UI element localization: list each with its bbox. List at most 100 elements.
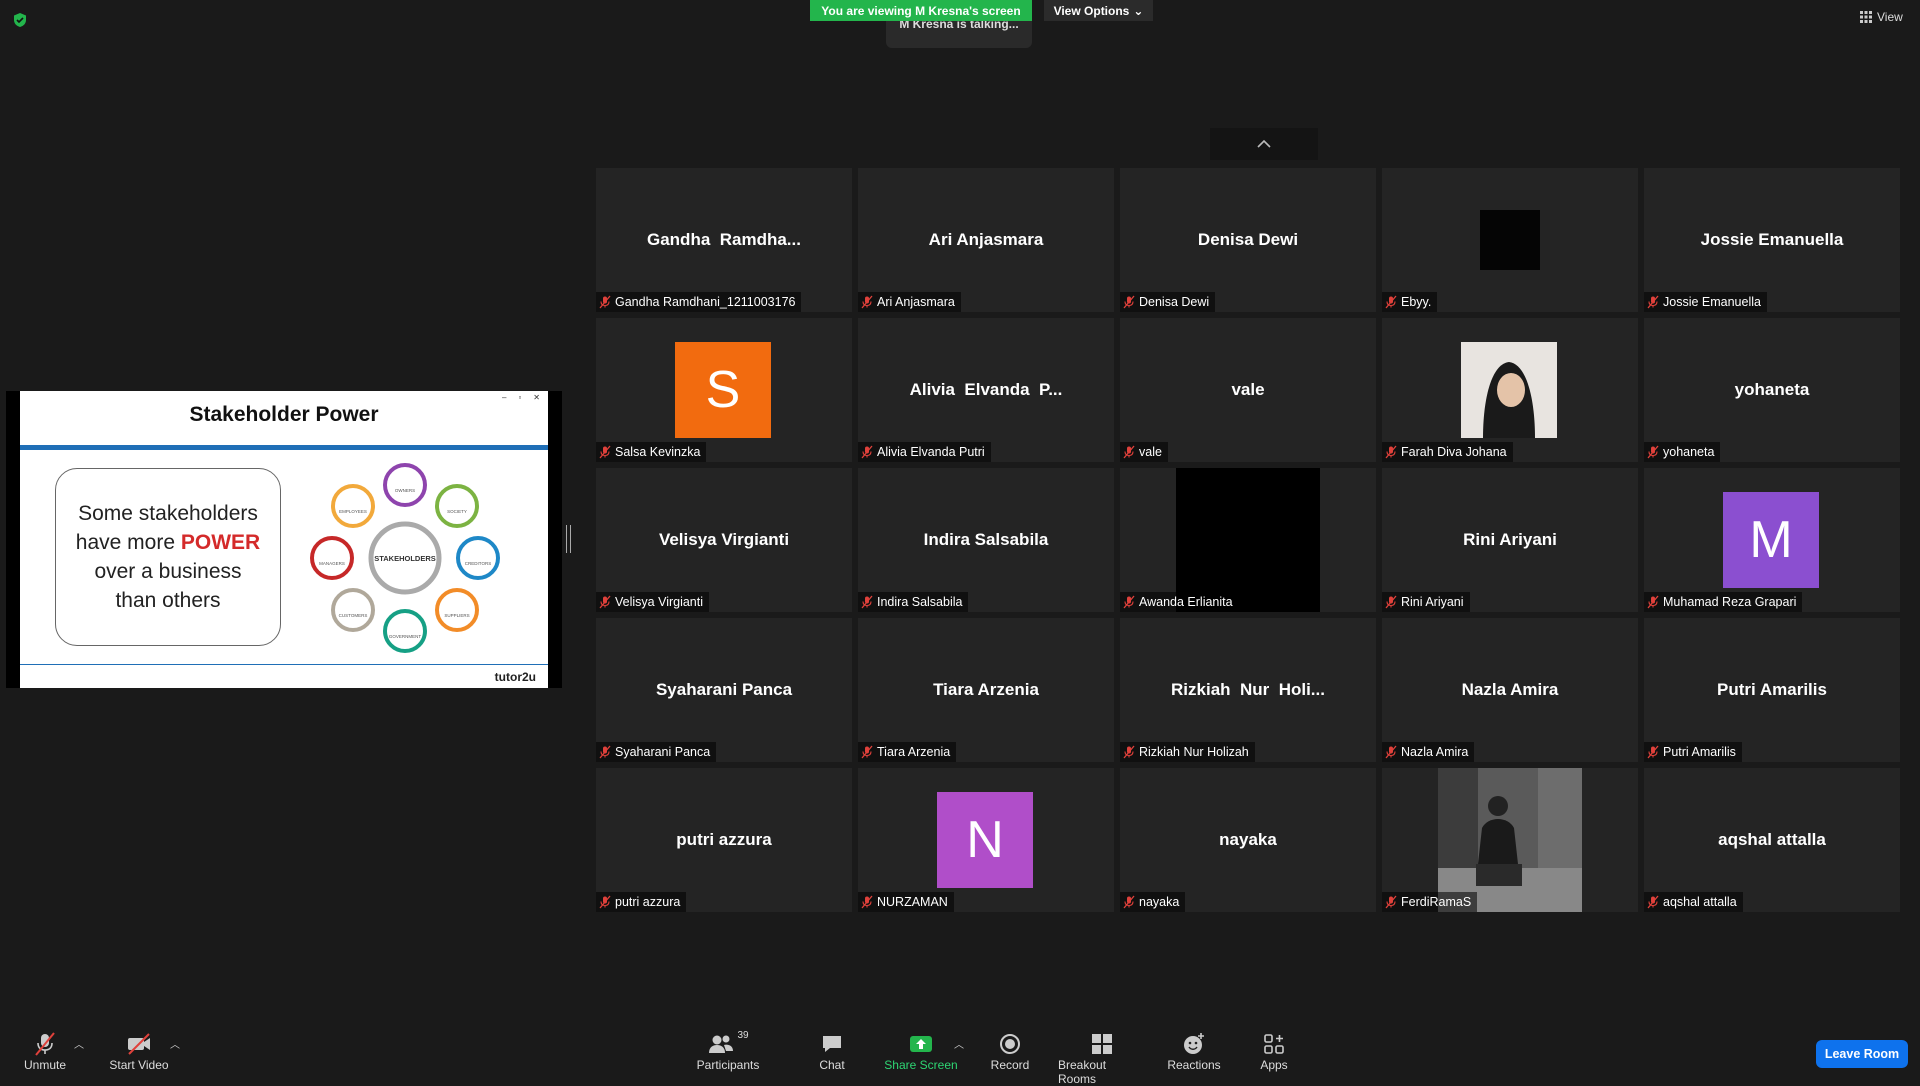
participant-tile[interactable]: S Salsa Kevinzka xyxy=(596,318,852,462)
participant-label-text: Nazla Amira xyxy=(1401,745,1469,759)
mic-off-icon xyxy=(1122,445,1136,459)
participant-tile[interactable]: Denisa Dewi Denisa Dewi xyxy=(1120,168,1376,312)
slide-divider xyxy=(20,445,548,450)
participant-tile[interactable]: Rini Ariyani Rini Ariyani xyxy=(1382,468,1638,612)
participant-label-text: vale xyxy=(1139,445,1162,459)
participant-name: Rini Ariyani xyxy=(1463,530,1557,549)
reactions-icon xyxy=(1184,1033,1204,1054)
participant-label-text: putri azzura xyxy=(615,895,681,909)
slide-text-line: have more POWER xyxy=(75,531,261,554)
participant-tile[interactable]: FerdiRamaS xyxy=(1382,768,1638,912)
grid-icon xyxy=(1860,11,1872,23)
record-button[interactable]: Record xyxy=(990,1030,1030,1072)
presentation-slide: – ▫ ✕ Stakeholder Power Some stakeholders … xyxy=(20,391,548,688)
video-options-caret[interactable]: ︿ xyxy=(170,1036,180,1051)
unmute-label: Unmute xyxy=(23,1058,67,1072)
participant-label-text: Jossie Emanuella xyxy=(1663,295,1761,309)
participant-label-text: Awanda Erlianita xyxy=(1139,595,1233,609)
participant-tile[interactable]: Indira Salsabila Indira Salsabila xyxy=(858,468,1114,612)
participant-tile[interactable]: Syaharani Panca Syaharani Panca xyxy=(596,618,852,762)
mic-off-icon xyxy=(598,745,612,759)
apps-icon xyxy=(1264,1034,1284,1054)
video-frame xyxy=(1438,768,1582,912)
security-shield-icon[interactable] xyxy=(12,12,28,28)
window-controls: – ▫ ✕ xyxy=(502,393,540,402)
mic-off-icon xyxy=(1122,895,1136,909)
slide-text-box: Some stakeholders have more POWER over a… xyxy=(55,468,281,646)
gallery-page-up-button[interactable] xyxy=(1210,128,1318,160)
participant-tile[interactable]: vale vale xyxy=(1120,318,1376,462)
participant-name: Rizkiah Nur Holi... xyxy=(1171,680,1325,699)
participant-label: NURZAMAN xyxy=(858,892,954,912)
power-word: POWER xyxy=(180,531,261,554)
participant-label-text: Gandha Ramdhani_1211003176 xyxy=(615,295,796,309)
video-off-icon xyxy=(128,1033,150,1055)
record-label: Record xyxy=(990,1058,1030,1072)
participant-name: Jossie Emanuella xyxy=(1700,230,1844,249)
diagram-node-label: OWNERS xyxy=(395,488,415,493)
participant-label-text: Rini Ariyani xyxy=(1401,595,1464,609)
participant-name: Ari Anjasmara xyxy=(928,230,1044,249)
participant-label-text: Syaharani Panca xyxy=(615,745,711,759)
participant-tile[interactable]: Alivia Elvanda P... Alivia Elvanda Putri xyxy=(858,318,1114,462)
apps-button[interactable]: Apps xyxy=(1258,1030,1290,1072)
splitter-handle[interactable] xyxy=(566,525,571,553)
participant-tile[interactable]: Tiara Arzenia Tiara Arzenia xyxy=(858,618,1114,762)
participant-tile[interactable]: aqshal attalla aqshal attalla xyxy=(1644,768,1900,912)
participant-label-text: Velisya Virgianti xyxy=(615,595,704,609)
share-screen-button[interactable]: Share Screen xyxy=(884,1030,958,1072)
mic-off-icon xyxy=(1122,295,1136,309)
diagram-node-label: SOCIETY xyxy=(447,509,467,514)
mic-off-icon xyxy=(598,895,612,909)
slide-text-line: than others xyxy=(115,589,221,612)
participant-tile[interactable]: Awanda Erlianita xyxy=(1120,468,1376,612)
participant-tile[interactable]: N NURZAMAN xyxy=(858,768,1114,912)
view-options-button[interactable]: View Options ⌄ xyxy=(1044,0,1153,21)
participant-tile[interactable]: putri azzura putri azzura xyxy=(596,768,852,912)
participant-label: Tiara Arzenia xyxy=(858,742,957,762)
view-button[interactable]: View xyxy=(1860,10,1903,24)
unmute-button[interactable]: Unmute xyxy=(22,1030,68,1072)
mic-off-icon xyxy=(598,295,612,309)
participant-tile[interactable]: Nazla Amira Nazla Amira xyxy=(1382,618,1638,762)
profile-photo xyxy=(1461,342,1557,438)
participant-tile[interactable]: Ebyy. xyxy=(1382,168,1638,312)
participant-label-text: NURZAMAN xyxy=(877,895,948,909)
mic-off-icon xyxy=(598,445,612,459)
start-video-button[interactable]: Start Video xyxy=(108,1030,170,1072)
participant-label: Nazla Amira xyxy=(1382,742,1475,762)
participant-label: Putri Amarilis xyxy=(1644,742,1742,762)
participant-label-text: Ari Anjasmara xyxy=(877,295,955,309)
participant-label-text: Indira Salsabila xyxy=(877,595,963,609)
share-options-caret[interactable]: ︿ xyxy=(954,1036,964,1051)
participant-tile[interactable]: Rizkiah Nur Holi... Rizkiah Nur Holizah xyxy=(1120,618,1376,762)
audio-options-caret[interactable]: ︿ xyxy=(74,1036,84,1051)
participant-tile[interactable]: M Muhamad Reza Grapari xyxy=(1644,468,1900,612)
participant-tile[interactable]: Gandha Ramdha... Gandha Ramdhani_1211003… xyxy=(596,168,852,312)
participant-tile[interactable]: nayaka nayaka xyxy=(1120,768,1376,912)
breakout-rooms-button[interactable]: Breakout Rooms xyxy=(1058,1030,1146,1086)
participant-tile[interactable]: yohaneta yohaneta xyxy=(1644,318,1900,462)
participant-label-text: Alivia Elvanda Putri xyxy=(877,445,985,459)
participant-tile[interactable]: Putri Amarilis Putri Amarilis xyxy=(1644,618,1900,762)
video-frame xyxy=(1480,210,1540,270)
chat-button[interactable]: Chat xyxy=(812,1030,852,1072)
view-label: View xyxy=(1877,10,1903,24)
participant-name: nayaka xyxy=(1219,830,1277,849)
participant-label: Rini Ariyani xyxy=(1382,592,1470,612)
participant-label-text: Salsa Kevinzka xyxy=(615,445,701,459)
mic-off-icon xyxy=(860,295,874,309)
reactions-button[interactable]: Reactions xyxy=(1166,1030,1222,1072)
participant-tile[interactable]: Ari Anjasmara Ari Anjasmara xyxy=(858,168,1114,312)
participant-label: aqshal attalla xyxy=(1644,892,1743,912)
participants-label: Participants xyxy=(696,1058,760,1072)
shared-screen[interactable]: – ▫ ✕ Stakeholder Power Some stakeholders … xyxy=(6,391,562,688)
leave-room-button[interactable]: Leave Room xyxy=(1816,1040,1908,1068)
participant-label-text: Rizkiah Nur Holizah xyxy=(1139,745,1249,759)
participant-tile[interactable]: Velisya Virgianti Velisya Virgianti xyxy=(596,468,852,612)
participant-tile[interactable]: Jossie Emanuella Jossie Emanuella xyxy=(1644,168,1900,312)
participants-button[interactable]: 39 Participants xyxy=(696,1030,760,1072)
mic-off-icon xyxy=(860,595,874,609)
diagram-node-label: EMPLOYEES xyxy=(339,509,367,514)
participant-tile[interactable]: Farah Diva Johana xyxy=(1382,318,1638,462)
